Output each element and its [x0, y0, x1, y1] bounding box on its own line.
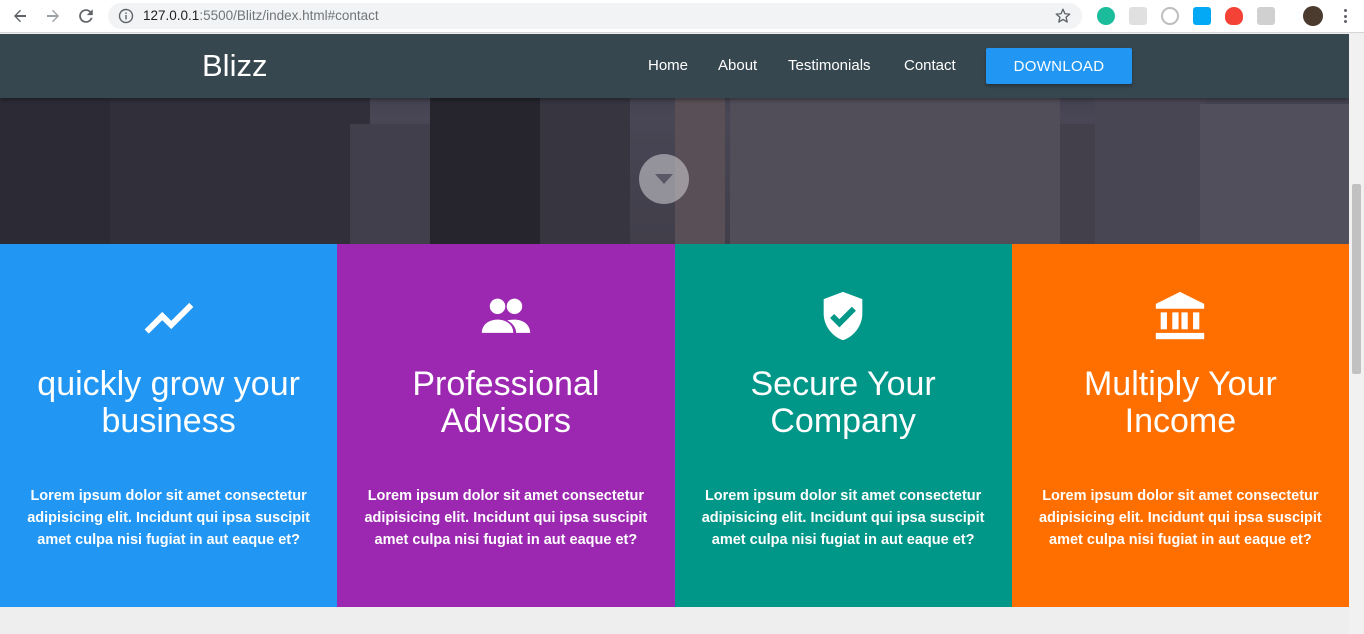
feature-text: Lorem ipsum dolor sit amet consectetur a… [1038, 488, 1322, 548]
extension-m-icon[interactable] [1097, 7, 1115, 25]
trending-up-icon [139, 288, 199, 344]
forward-button[interactable] [42, 5, 64, 27]
info-icon[interactable] [118, 8, 134, 24]
people-icon [476, 288, 536, 344]
caret-down-icon [655, 174, 673, 184]
nav-link-home[interactable]: Home [648, 57, 688, 74]
reload-button[interactable] [75, 5, 97, 27]
feature-title: quickly grow your business [37, 365, 300, 440]
extension-share-icon[interactable] [1193, 7, 1211, 25]
verified-shield-icon [813, 288, 873, 344]
bookmark-star-icon[interactable] [1054, 7, 1072, 25]
feature-title: Multiply Your Income [1083, 365, 1277, 440]
nav-link-about[interactable]: About [718, 57, 757, 74]
browser-toolbar: 127.0.0.1:5500/Blitz/index.html#contact [0, 0, 1364, 33]
extension-target-icon[interactable] [1161, 7, 1179, 25]
extension-grid-icon[interactable] [1129, 7, 1147, 25]
feature-title: Secure Your Company [750, 365, 936, 440]
page-scrollbar[interactable] [1349, 34, 1364, 634]
url-text[interactable]: 127.0.0.1:5500/Blitz/index.html#contact [143, 8, 379, 23]
nav-link-contact[interactable]: Contact [904, 57, 956, 74]
browser-menu-button[interactable] [1337, 7, 1353, 25]
arrow-left-icon [14, 9, 26, 23]
feature-text: Lorem ipsum dolor sit amet consectetur a… [364, 488, 648, 548]
arrow-right-icon [47, 9, 59, 23]
download-button[interactable]: DOWNLOAD [986, 48, 1132, 84]
features-section: quickly grow your business Lorem ipsum d… [0, 244, 1349, 607]
feature-title: Professional Advisors [412, 365, 600, 440]
bank-icon [1150, 288, 1210, 344]
feature-text: Lorem ipsum dolor sit amet consectetur a… [27, 488, 311, 548]
back-button[interactable] [9, 5, 31, 27]
feature-card-grow: quickly grow your business Lorem ipsum d… [0, 244, 338, 607]
address-bar[interactable]: 127.0.0.1:5500/Blitz/index.html#contact [108, 3, 1082, 29]
nav-link-testimonials[interactable]: Testimonials [788, 57, 871, 74]
scrollbar-thumb[interactable] [1352, 184, 1361, 374]
navbar: Blizz Home About Testimonials Contact DO… [0, 34, 1349, 98]
feature-card-advisors: Professional Advisors Lorem ipsum dolor … [337, 244, 675, 607]
feature-text: Lorem ipsum dolor sit amet consectetur a… [701, 488, 985, 548]
feature-card-secure: Secure Your Company Lorem ipsum dolor si… [674, 244, 1012, 607]
extension-chat-icon[interactable] [1257, 7, 1275, 25]
extension-shield-icon[interactable] [1225, 7, 1243, 25]
profile-avatar[interactable] [1303, 6, 1323, 26]
scroll-down-button[interactable] [639, 154, 689, 204]
reload-icon [79, 9, 93, 23]
page: Blizz Home About Testimonials Contact DO… [0, 34, 1349, 634]
brand-logo[interactable]: Blizz [202, 48, 267, 84]
feature-card-income: Multiply Your Income Lorem ipsum dolor s… [1011, 244, 1349, 607]
